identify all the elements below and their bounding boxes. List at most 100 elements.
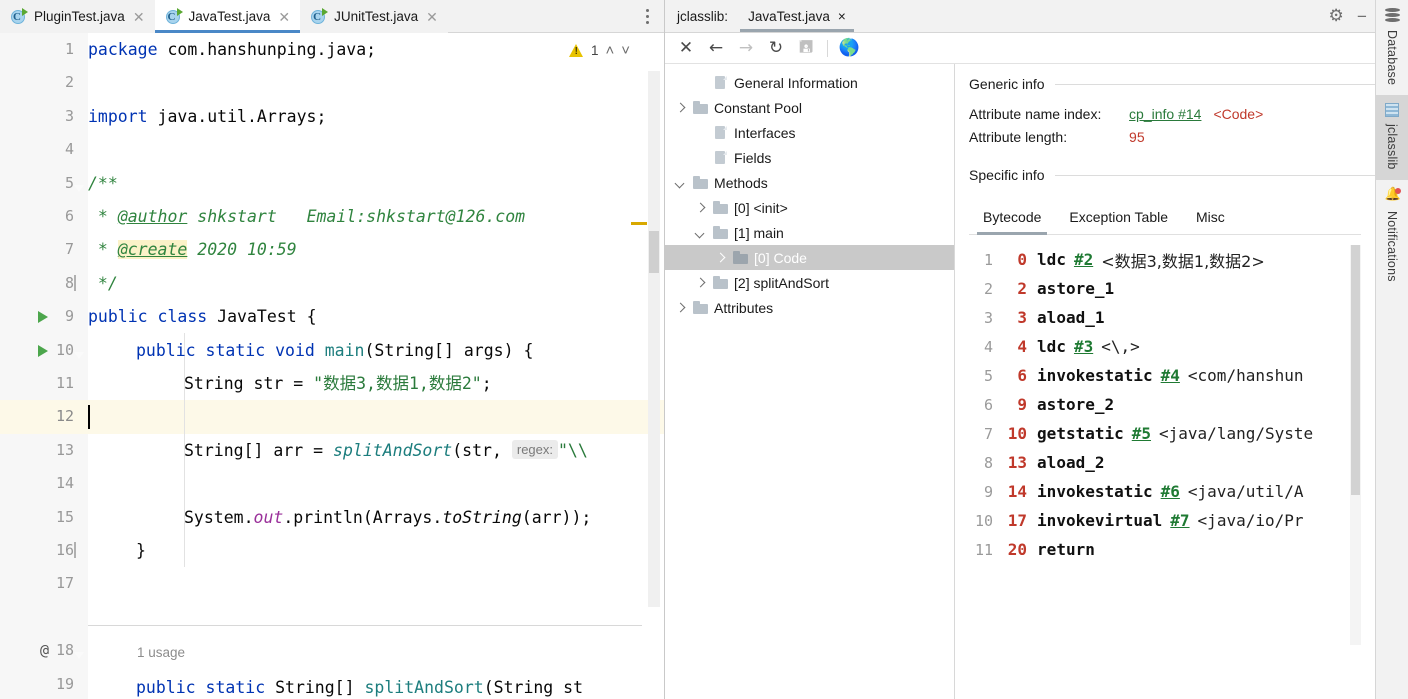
editor-tab-junittest[interactable]: C JUnitTest.java ✕ — [300, 0, 448, 33]
bytecode-cp-ref[interactable]: #5 — [1132, 424, 1151, 443]
bytecode-cp-ref[interactable]: #6 — [1161, 482, 1180, 501]
bytecode-row[interactable]: 1 0 ldc #2 <数据3,数据1,数据2> — [969, 245, 1361, 274]
close-icon[interactable]: ✕ — [277, 8, 291, 26]
chevron-right-icon[interactable] — [693, 276, 707, 290]
close-icon[interactable]: × — [838, 9, 846, 24]
strip-item-label: Database — [1385, 30, 1399, 85]
more-tabs-icon[interactable] — [634, 0, 660, 32]
usage-hint[interactable]: 1 usage — [137, 645, 185, 660]
code-line-5: /** — [88, 167, 118, 200]
settings-button[interactable] — [1323, 0, 1349, 32]
scrollbar-thumb[interactable] — [1351, 245, 1360, 495]
fold-marker[interactable] — [74, 175, 87, 193]
bytecode-row[interactable]: 11 20 return — [969, 535, 1361, 564]
tool-window-title: jclasslib: — [665, 0, 740, 32]
close-icon[interactable]: ✕ — [132, 8, 146, 26]
no-twist — [693, 126, 707, 140]
chevron-right-icon[interactable] — [673, 301, 687, 315]
tree-item-method-splitandsort[interactable]: [2] splitAndSort — [665, 270, 954, 295]
tree-item-general-information[interactable]: General Information — [665, 70, 954, 95]
tree-item-fields[interactable]: Fields — [665, 145, 954, 170]
bytecode-cp-ref[interactable]: #3 — [1074, 337, 1093, 356]
tab-bytecode[interactable]: Bytecode — [969, 203, 1055, 234]
line-number: 17 — [56, 567, 74, 600]
class-structure-tree[interactable]: General Information Constant Pool Interf… — [665, 64, 955, 699]
bytecode-opcode: aload_1 — [1037, 308, 1104, 327]
annotation-gutter-icon[interactable]: @ — [40, 634, 49, 667]
code-line-6: * @author shkstart Email:shkstart@126.co… — [88, 200, 525, 233]
close-icon[interactable]: ✕ — [671, 35, 701, 61]
inspection-widget[interactable]: 1 ˄ ˅ — [569, 43, 630, 58]
fold-marker[interactable] — [74, 642, 87, 660]
warning-marker[interactable] — [631, 222, 647, 225]
code-line-9: public class JavaTest { — [88, 300, 317, 333]
chevron-right-icon[interactable] — [713, 251, 727, 265]
editor-vertical-scrollbar[interactable] — [648, 71, 660, 607]
fold-marker-end[interactable] — [74, 542, 87, 560]
bytecode-row[interactable]: 2 2 astore_1 — [969, 274, 1361, 303]
run-gutter-icon[interactable] — [38, 311, 48, 323]
tree-item-constant-pool[interactable]: Constant Pool — [665, 95, 954, 120]
tree-item-label: Attributes — [714, 300, 773, 316]
run-gutter-icon[interactable] — [38, 345, 48, 357]
tab-exception-table[interactable]: Exception Table — [1055, 203, 1182, 234]
bytecode-argument: <java/lang/Syste — [1159, 424, 1313, 443]
java-class-icon: C — [11, 9, 27, 25]
editor-tab-plugintest[interactable]: C PluginTest.java ✕ — [0, 0, 155, 33]
code-text-area[interactable]: package com.hanshunping.java; import jav… — [88, 33, 664, 699]
code-editor[interactable]: 1 2 3 4 5 6 7 8 9 10 11 12 13 14 — [0, 33, 664, 699]
tree-item-methods[interactable]: Methods — [665, 170, 954, 195]
reload-icon[interactable]: ↻ — [761, 35, 791, 61]
bytecode-offset: 4 — [1003, 337, 1037, 356]
bytecode-cp-ref[interactable]: #4 — [1161, 366, 1180, 385]
minimize-button[interactable]: − — [1349, 0, 1375, 32]
bytecode-row[interactable]: 4 4 ldc #3 <\,> — [969, 332, 1361, 361]
bytecode-cp-ref[interactable]: #7 — [1170, 511, 1189, 530]
chevron-down-icon[interactable]: ˅ — [621, 43, 630, 58]
bytecode-listing[interactable]: 1 0 ldc #2 <数据3,数据1,数据2> 2 2 astore_1 3 … — [969, 245, 1361, 645]
editor-gutter[interactable]: 1 2 3 4 5 6 7 8 9 10 11 12 13 14 — [0, 33, 88, 699]
line-number: 15 — [56, 501, 74, 534]
chevron-down-icon[interactable] — [693, 226, 707, 240]
chevron-up-icon[interactable]: ˄ — [606, 43, 615, 58]
bytecode-row[interactable]: 7 10 getstatic #5 <java/lang/Syste — [969, 419, 1361, 448]
back-arrow-icon[interactable]: ← — [701, 35, 731, 61]
document-icon — [713, 76, 728, 89]
tool-window-tab-javatest[interactable]: JavaTest.java × — [740, 0, 854, 32]
scrollbar-thumb[interactable] — [649, 231, 659, 273]
bytecode-row[interactable]: 9 14 invokestatic #6 <java/util/A — [969, 477, 1361, 506]
editor-tab-javatest[interactable]: C JavaTest.java ✕ — [155, 0, 301, 33]
fold-marker[interactable] — [74, 342, 87, 360]
tree-item-code-attribute[interactable]: [0] Code — [665, 245, 954, 270]
browse-icon[interactable]: 🌎 — [834, 35, 864, 61]
bytecode-row[interactable]: 6 9 astore_2 — [969, 390, 1361, 419]
tree-item-attributes[interactable]: Attributes — [665, 295, 954, 320]
tree-item-method-init[interactable]: [0] <init> — [665, 195, 954, 220]
strip-item-jclasslib[interactable]: jclasslib — [1376, 95, 1408, 180]
bytecode-row[interactable]: 8 13 aload_2 — [969, 448, 1361, 477]
attribute-name-index-value[interactable]: cp_info #14 — [1129, 106, 1201, 122]
fold-marker-end[interactable] — [74, 275, 87, 293]
bytecode-cp-ref[interactable]: #2 — [1074, 250, 1093, 269]
chevron-right-icon[interactable] — [693, 201, 707, 215]
strip-item-notifications[interactable]: Notifications — [1376, 180, 1408, 292]
strip-item-database[interactable]: Database — [1376, 0, 1408, 95]
tree-item-label: Constant Pool — [714, 100, 802, 116]
tree-item-interfaces[interactable]: Interfaces — [665, 120, 954, 145]
strip-item-label: jclasslib — [1385, 124, 1399, 170]
close-icon[interactable]: ✕ — [425, 8, 439, 26]
gear-icon — [1329, 9, 1344, 24]
bytecode-scrollbar[interactable] — [1350, 245, 1361, 645]
chevron-right-icon[interactable] — [673, 101, 687, 115]
divider — [1055, 84, 1375, 85]
highlighted-tag: @create — [118, 240, 188, 259]
tree-item-method-main[interactable]: [1] main — [665, 220, 954, 245]
bytecode-row[interactable]: 10 17 invokevirtual #7 <java/io/Pr — [969, 506, 1361, 535]
chevron-down-icon[interactable] — [673, 176, 687, 190]
bytecode-row[interactable]: 5 6 invokestatic #4 <com/hanshun — [969, 361, 1361, 390]
bytecode-row[interactable]: 3 3 aload_1 — [969, 303, 1361, 332]
line-number: 3 — [65, 100, 74, 133]
strip-item-label: Notifications — [1385, 211, 1399, 282]
save-icon: 🖪 — [791, 35, 821, 61]
tab-misc[interactable]: Misc — [1182, 203, 1239, 234]
